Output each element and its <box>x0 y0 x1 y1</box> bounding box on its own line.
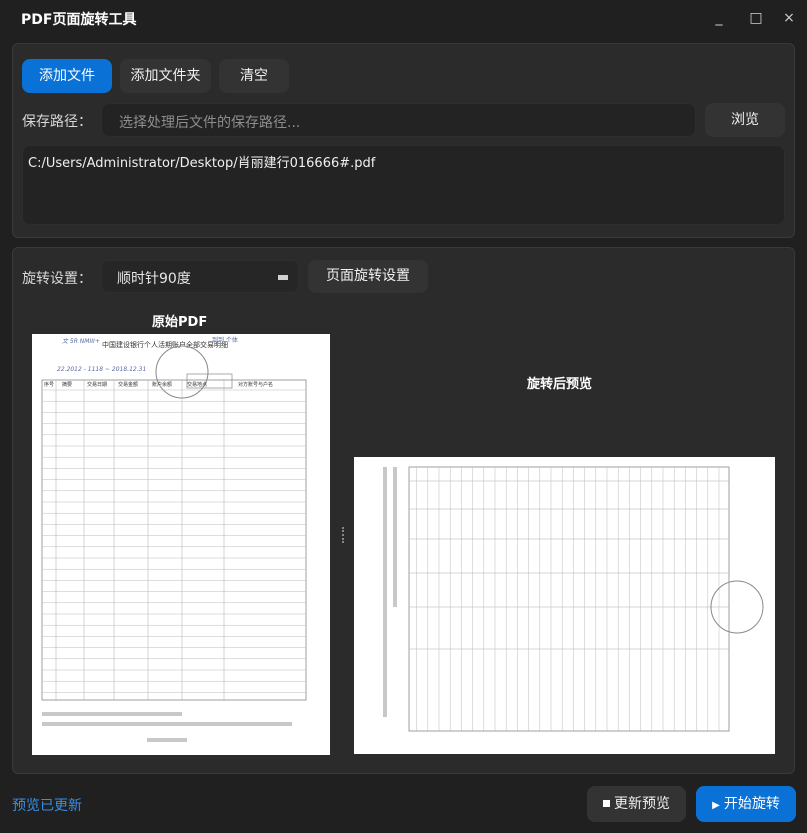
svg-text:22.2012 - 1118 ~ 2018.12.31: 22.2012 - 1118 ~ 2018.12.31 <box>57 366 146 373</box>
refresh-preview-button[interactable]: 更新预览 <box>587 786 686 822</box>
doc-column-5: 交易地点 <box>187 381 207 388</box>
rotated-document-image <box>383 466 764 732</box>
add-folder-button[interactable]: 添加文件夹 <box>120 59 211 93</box>
splitter-handle[interactable] <box>342 527 345 543</box>
doc-column-3: 交易金额 <box>118 381 138 388</box>
svg-text:文 5R NMIII+: 文 5R NMIII+ <box>62 337 100 345</box>
file-list-item[interactable]: C:/Users/Administrator/Desktop/肖丽建行01666… <box>28 152 375 171</box>
save-path-placeholder: 选择处理后文件的保存路径... <box>119 115 301 131</box>
title-bar: PDF页面旋转工具 _ □ × <box>0 0 807 36</box>
refresh-preview-label: 更新预览 <box>614 796 670 812</box>
close-button[interactable]: × <box>779 8 799 28</box>
doc-column-0: 序号 <box>44 381 54 388</box>
maximize-button[interactable]: □ <box>746 8 766 28</box>
window-title: PDF页面旋转工具 <box>21 12 137 28</box>
clear-button[interactable]: 清空 <box>219 59 289 93</box>
page-rotation-settings-button[interactable]: 页面旋转设置 <box>308 260 428 293</box>
doc-column-4: 账户余额 <box>152 381 172 388</box>
rotation-select-value: 顺时针90度 <box>117 271 191 287</box>
save-path-input[interactable]: 选择处理后文件的保存路径... <box>101 103 696 137</box>
add-file-button[interactable]: 添加文件 <box>22 59 112 93</box>
dropdown-icon <box>278 275 288 280</box>
doc-column-1: 摘要 <box>62 381 72 388</box>
rotation-settings-label: 旋转设置： <box>22 271 92 287</box>
doc-column-6: 对方账号与户名 <box>238 381 273 388</box>
original-document-image: 中国建设银行个人活期账户全部交易明细 文 5R NMIII+ 到到 个体 22.… <box>41 336 307 742</box>
status-text: 预览已更新 <box>12 798 82 814</box>
browse-button[interactable]: 浏览 <box>705 103 785 137</box>
save-path-label: 保存路径： <box>22 114 92 130</box>
start-rotate-label: 开始旋转 <box>723 796 780 812</box>
doc-column-2: 交易日期 <box>87 381 107 388</box>
play-icon: ▶ <box>712 800 720 811</box>
file-list[interactable]: C:/Users/Administrator/Desktop/肖丽建行01666… <box>22 145 785 225</box>
start-rotate-button[interactable]: ▶ 开始旋转 <box>696 786 796 822</box>
rotation-select[interactable]: 顺时针90度 <box>101 260 299 293</box>
stop-icon <box>603 800 610 807</box>
doc-header: 中国建设银行个人活期账户全部交易明细 <box>102 340 228 349</box>
original-pdf-page: 中国建设银行个人活期账户全部交易明细 文 5R NMIII+ 到到 个体 22.… <box>32 334 330 755</box>
original-pdf-title: 原始PDF <box>152 315 208 330</box>
rotated-preview-page <box>354 457 775 754</box>
rotated-preview-title: 旋转后预览 <box>527 377 593 392</box>
minimize-button[interactable]: _ <box>709 8 729 28</box>
svg-text:到到 个体: 到到 个体 <box>212 336 238 344</box>
